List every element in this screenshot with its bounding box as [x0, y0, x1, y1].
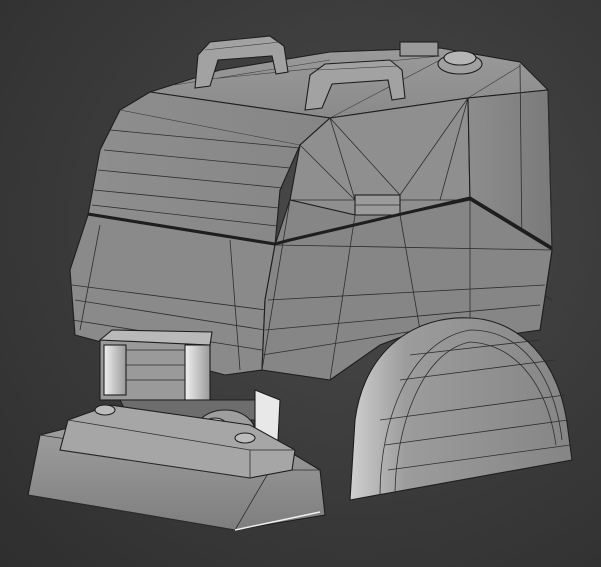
- wireframe-model[interactable]: [0, 0, 601, 567]
- 3d-viewport[interactable]: [0, 0, 601, 567]
- wheel-arch: [349, 317, 573, 501]
- base-plate: [27, 404, 326, 531]
